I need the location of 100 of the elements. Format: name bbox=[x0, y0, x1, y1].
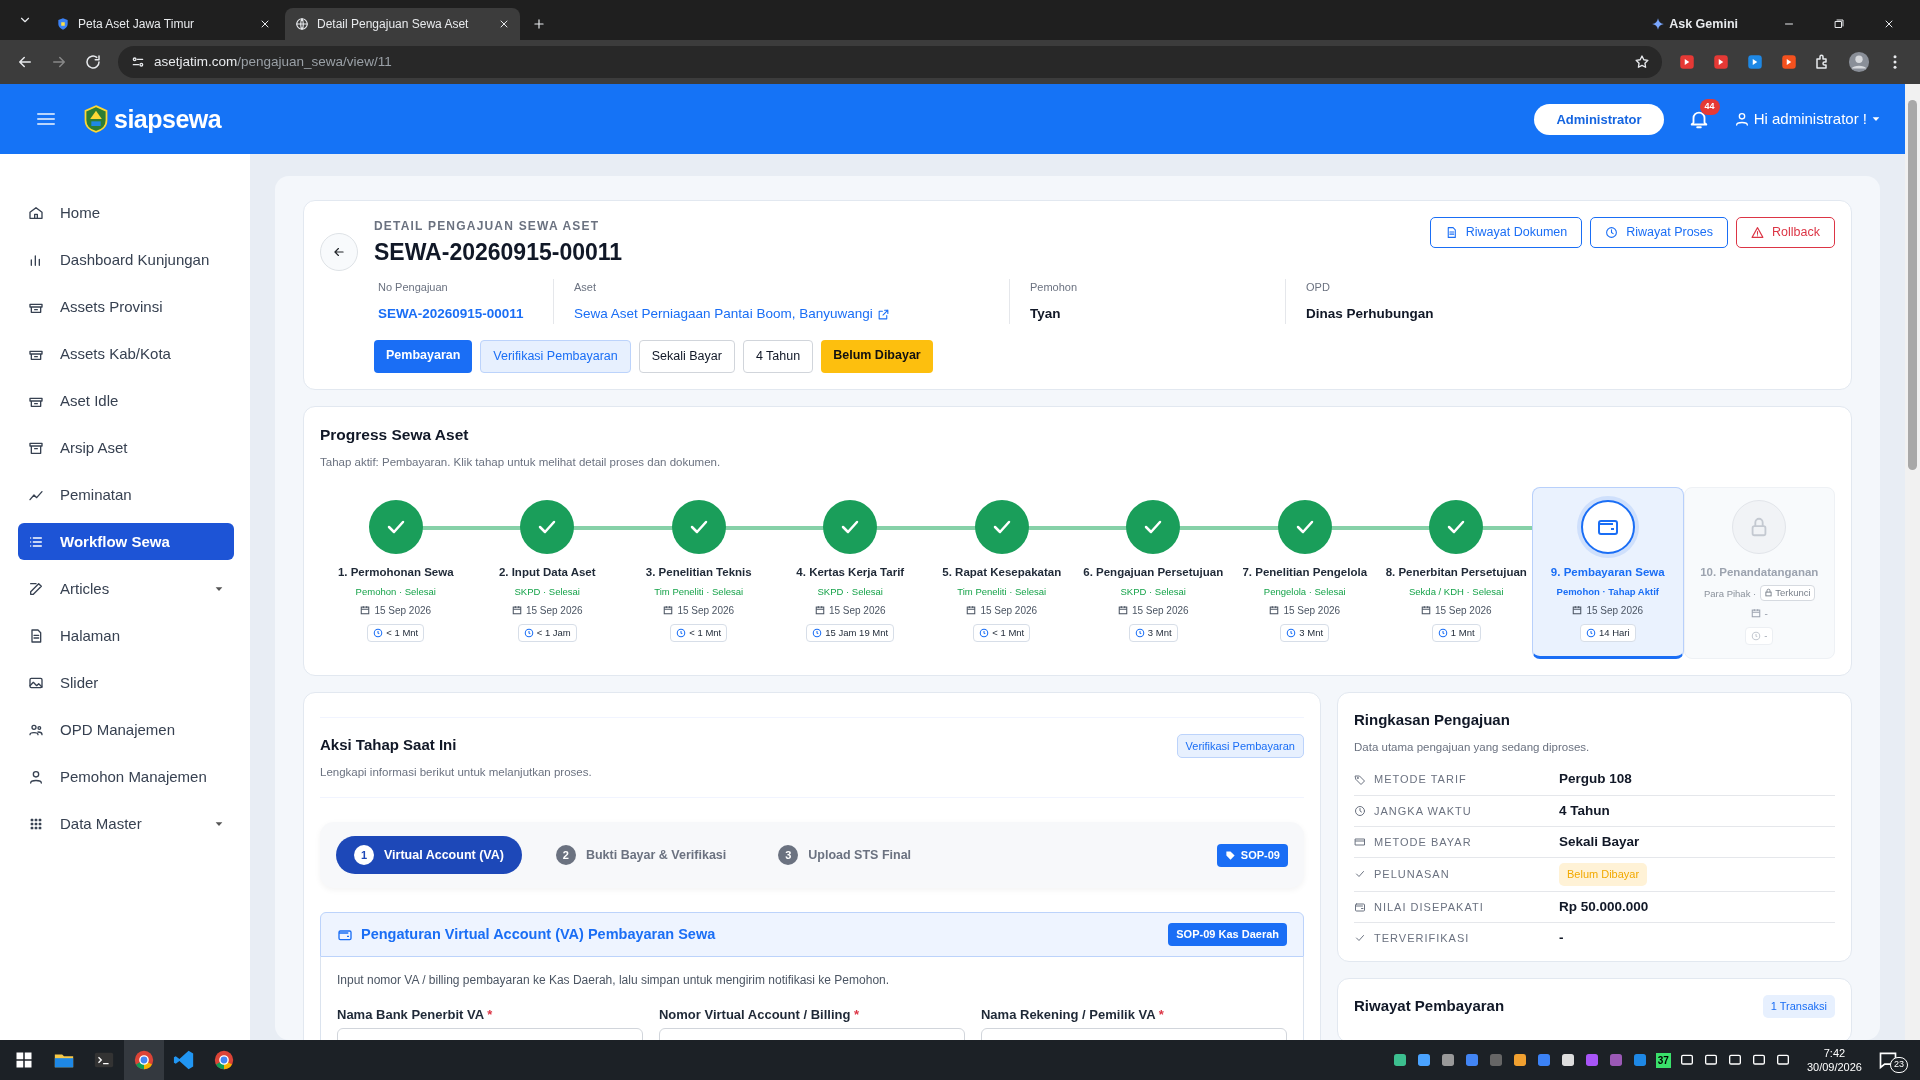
asset-link[interactable]: Sewa Aset Perniagaan Pantai Boom, Banyuwangi bbox=[574, 303, 873, 325]
duration-pill: 3 Mnt bbox=[1280, 623, 1330, 643]
extension-icon[interactable] bbox=[1678, 53, 1696, 72]
step-title: 7. Penelitian Pengelola bbox=[1241, 565, 1369, 581]
calendar-icon bbox=[360, 605, 371, 616]
sidebar-item[interactable]: Slider bbox=[18, 664, 234, 702]
step-caption: SKPD · Selesai bbox=[1119, 584, 1187, 599]
status-tag: Verifikasi Pembayaran bbox=[480, 340, 631, 373]
profile-avatar-icon[interactable] bbox=[1848, 51, 1870, 74]
calendar-icon bbox=[663, 605, 674, 616]
browser-icon[interactable] bbox=[133, 1049, 155, 1071]
step-date: 15 Sep 2026 bbox=[525, 603, 583, 618]
step-caption: Tim Peneliti · Selesai bbox=[653, 584, 745, 599]
user-menu[interactable]: Hi administrator ! bbox=[1733, 108, 1881, 131]
close-icon[interactable] bbox=[1883, 18, 1895, 30]
sidebar-item[interactable]: Workflow Sewa bbox=[18, 523, 234, 561]
field-label: Nomor Virtual Account / Billing * bbox=[659, 1005, 861, 1024]
clock-icon bbox=[812, 628, 823, 639]
progress-step[interactable]: 9. Pembayaran Sewa Pemohon · Tahap Aktif 15 Sep 2026 14 Hari bbox=[1532, 487, 1684, 659]
calendar-icon bbox=[511, 605, 522, 616]
browser-tab[interactable]: Peta Aset Jawa Timur bbox=[46, 8, 281, 40]
substep-tab[interactable]: 2 Bukti Bayar & Verifikasi bbox=[537, 836, 745, 875]
step-title: 6. Pengajuan Persetujuan bbox=[1082, 565, 1225, 581]
clock-icon bbox=[1354, 804, 1366, 817]
progress-step[interactable]: 7. Penelitian Pengelola Pengelola · Selesai 15 Sep 2026 3 Mnt bbox=[1229, 487, 1381, 659]
lock-icon bbox=[1764, 588, 1774, 598]
screen-icon[interactable] bbox=[1774, 1052, 1791, 1068]
panel-title: Pengaturan Virtual Account (VA) Pembayaran Sewa bbox=[361, 924, 717, 944]
sidebar-item[interactable]: OPD Manajemen bbox=[18, 711, 234, 749]
gemini-button[interactable]: Ask Gemini bbox=[1669, 14, 1738, 34]
progress-step[interactable]: 8. Penerbitan Persetujuan Sekda / KDH · Selesai 15 Sep 2026 1 Mnt bbox=[1380, 487, 1532, 659]
request-code: SEWA-20260915-00011 bbox=[374, 238, 624, 268]
progress-step[interactable]: 4. Kertas Kerja Tarif SKPD · Selesai 15 Sep 2026 15 Jam 19 Mnt bbox=[774, 487, 926, 659]
reload-icon[interactable] bbox=[84, 53, 102, 72]
clock-icon bbox=[523, 628, 534, 639]
sidebar-item[interactable]: Assets Provinsi bbox=[18, 288, 234, 326]
progress-step[interactable]: 3. Penelitian Teknis Tim Peneliti · Selesai 15 Sep 2026 < 1 Mnt bbox=[623, 487, 775, 659]
field-label: Nama Bank Penerbit VA * bbox=[337, 1005, 494, 1024]
step-date: 15 Sep 2026 bbox=[1434, 603, 1492, 618]
clock-icon bbox=[1437, 628, 1448, 639]
user-icon bbox=[1733, 111, 1750, 128]
duration-pill: < 1 Mnt bbox=[367, 623, 425, 643]
close-icon[interactable] bbox=[259, 18, 271, 30]
code-editor-icon[interactable] bbox=[173, 1049, 195, 1071]
step-date: - bbox=[1764, 606, 1768, 621]
progress-step[interactable]: 5. Rapat Kesepakatan Tim Peneliti · Selesai 15 Sep 2026 < 1 Mnt bbox=[926, 487, 1078, 659]
sidebar-item[interactable]: Data Master bbox=[18, 805, 234, 843]
step-date: 15 Sep 2026 bbox=[828, 603, 886, 618]
status-tag: Pembayaran bbox=[374, 340, 473, 373]
request-link[interactable]: SEWA-20260915-00011 bbox=[378, 303, 535, 325]
clock-icon bbox=[1286, 628, 1297, 639]
tray-icon[interactable] bbox=[1511, 1052, 1528, 1068]
windows-start-icon[interactable] bbox=[15, 1051, 33, 1069]
progress-step[interactable]: 1. Permohonan Sewa Pemohon · Selesai 15 Sep 2026 < 1 Mnt bbox=[320, 487, 472, 659]
scrollbar[interactable] bbox=[1905, 84, 1920, 1040]
progress-step[interactable]: 6. Pengajuan Persetujuan SKPD · Selesai 15 Sep 2026 3 Mnt bbox=[1077, 487, 1229, 659]
step-caption: Pemohon · Selesai bbox=[354, 584, 437, 599]
progress-step[interactable]: 2. Input Data Aset SKPD · Selesai 15 Sep 2026 < 1 Jam bbox=[471, 487, 623, 659]
tray-icon[interactable] bbox=[1391, 1052, 1408, 1068]
address-bar[interactable]: asetjatim.com/pengajuan_sewa/view/11 bbox=[118, 46, 1662, 79]
star-icon[interactable] bbox=[1634, 54, 1650, 71]
sidebar-item[interactable]: Articles bbox=[18, 570, 234, 608]
section-subtitle: Lengkapi informasi berikut untuk melanjutkan proses. bbox=[320, 765, 592, 781]
extension-icon[interactable] bbox=[1712, 53, 1730, 72]
clock[interactable]: 7:42 30/09/2026 bbox=[1806, 1045, 1862, 1075]
sidebar-item[interactable]: Halaman bbox=[18, 617, 234, 655]
sidebar-item[interactable]: Arsip Aset bbox=[18, 429, 234, 467]
close-icon[interactable] bbox=[498, 18, 510, 30]
status-tag: 4 Tahun bbox=[742, 340, 814, 373]
tray-icon[interactable] bbox=[1439, 1052, 1456, 1068]
sidebar-item[interactable]: Aset Idle bbox=[18, 382, 234, 420]
maximize-icon[interactable] bbox=[1833, 18, 1845, 30]
step-caption: Pemohon · Tahap Aktif bbox=[1555, 584, 1660, 599]
role-button[interactable]: Administrator bbox=[1534, 103, 1664, 136]
substep-tab[interactable]: 1 Virtual Account (VA) bbox=[336, 836, 522, 875]
progress-step[interactable]: 10. Penandatanganan Para Pihak · Terkunci - - bbox=[1683, 487, 1835, 659]
duration-pill: 15 Jam 19 Mnt bbox=[806, 623, 895, 643]
summary-label: METODE TARIF bbox=[1374, 772, 1467, 788]
extension-icon[interactable] bbox=[1780, 53, 1798, 72]
browser-icon[interactable] bbox=[213, 1049, 235, 1071]
action-button[interactable]: Riwayat Proses bbox=[1590, 217, 1729, 249]
action-button[interactable]: Rollback bbox=[1736, 217, 1835, 249]
warning-icon bbox=[1751, 226, 1765, 240]
tray-counter[interactable]: 37 bbox=[1655, 1052, 1671, 1068]
sidebar-item[interactable]: Pemohon Manajemen bbox=[18, 758, 234, 796]
action-button[interactable]: Riwayat Dokumen bbox=[1429, 217, 1583, 249]
new-tab-icon[interactable] bbox=[532, 17, 546, 31]
extension-icon[interactable] bbox=[1746, 53, 1764, 72]
globe-favicon-icon bbox=[295, 17, 309, 31]
notification-center[interactable]: 23 bbox=[1878, 1047, 1908, 1073]
sidebar-item[interactable]: Peminatan bbox=[18, 476, 234, 514]
summary-value: Pergub 108 bbox=[1559, 770, 1632, 789]
tray-icon[interactable] bbox=[1415, 1052, 1432, 1068]
browser-tab[interactable]: Detail Pengajuan Sewa Aset bbox=[285, 8, 520, 40]
substep-tab[interactable]: 3 Upload STS Final bbox=[760, 836, 930, 875]
brand-name[interactable]: siapsewa bbox=[114, 100, 222, 139]
sidebar-item[interactable]: Dashboard Kunjungan bbox=[18, 241, 234, 279]
sidebar-item[interactable]: Home bbox=[18, 194, 234, 232]
sidebar-item[interactable]: Assets Kab/Kota bbox=[18, 335, 234, 373]
tray-icon[interactable] bbox=[1559, 1052, 1576, 1068]
